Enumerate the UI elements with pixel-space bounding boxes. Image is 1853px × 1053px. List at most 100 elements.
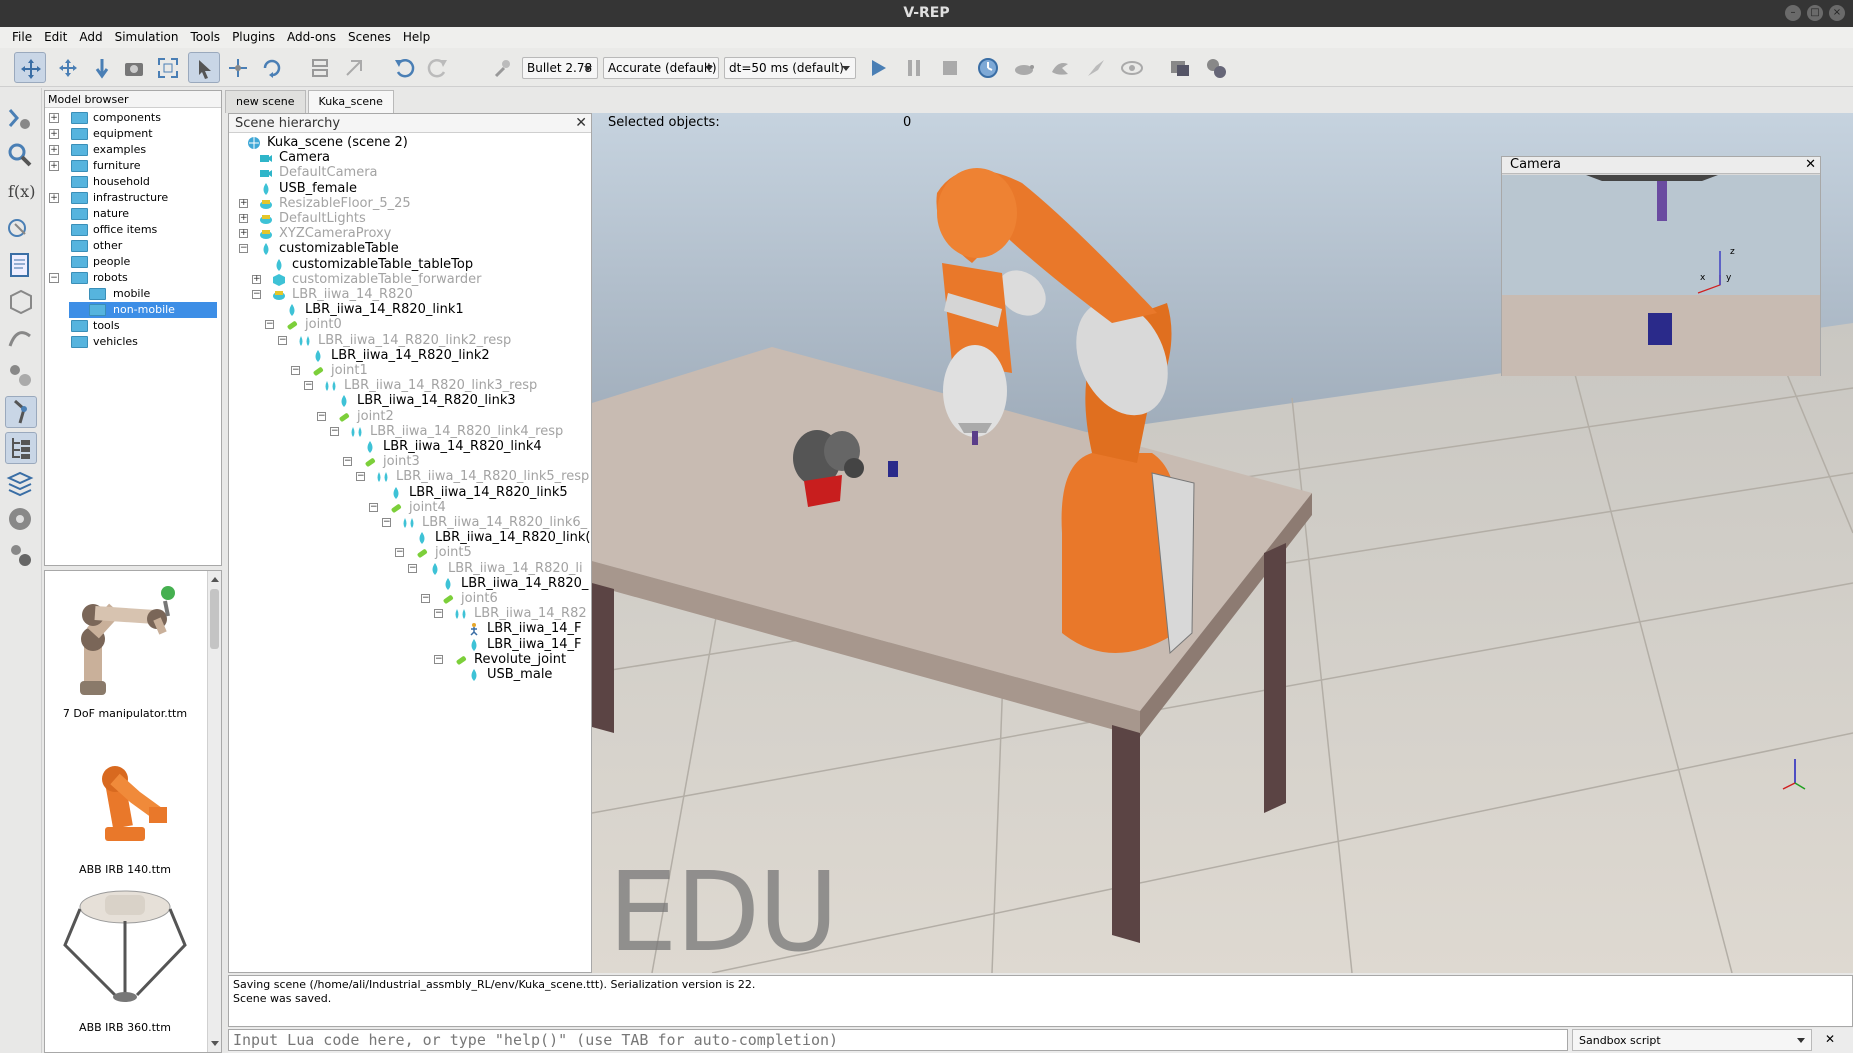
collapse-icon[interactable]: − bbox=[278, 335, 287, 345]
collapse-icon[interactable]: − bbox=[395, 548, 404, 558]
collapse-icon[interactable]: − bbox=[434, 609, 443, 619]
video-recorder-icon[interactable] bbox=[5, 504, 37, 536]
shapes-icon bbox=[376, 470, 390, 484]
expand-icon[interactable]: + bbox=[239, 229, 248, 239]
menu-simulation[interactable]: Simulation bbox=[109, 27, 185, 48]
model-folder-non-mobile[interactable]: non-mobile bbox=[69, 302, 217, 318]
minimize-button[interactable]: – bbox=[1785, 5, 1801, 21]
menu-addons[interactable]: Add-ons bbox=[281, 27, 342, 48]
collapse-icon[interactable]: − bbox=[369, 502, 378, 512]
model-thumb-abb-irb-360[interactable]: ABB IRB 360.ttm bbox=[45, 885, 205, 1045]
function-icon[interactable]: f(x) bbox=[5, 176, 37, 208]
close-icon[interactable]: ✕ bbox=[1822, 1032, 1838, 1048]
collision-icon[interactable] bbox=[5, 214, 37, 246]
menu-plugins[interactable]: Plugins bbox=[226, 27, 281, 48]
lua-input[interactable]: Input Lua code here, or type "help()" (u… bbox=[228, 1029, 1568, 1051]
camera-rotate-icon[interactable] bbox=[52, 52, 84, 83]
model-thumb-7dof[interactable]: 7 DoF manipulator.ttm bbox=[45, 571, 205, 721]
path-edit-icon[interactable] bbox=[5, 322, 37, 354]
scroll-thumb[interactable] bbox=[210, 589, 219, 649]
speed-up-icon[interactable] bbox=[1044, 52, 1076, 83]
folder-icon bbox=[71, 272, 88, 284]
slow-down-icon[interactable] bbox=[1008, 52, 1040, 83]
script-editor-icon[interactable] bbox=[5, 250, 37, 282]
collapse-icon[interactable]: − bbox=[239, 244, 248, 254]
play-icon[interactable] bbox=[862, 52, 894, 83]
scene-hierarchy-toggle-icon[interactable] bbox=[5, 432, 37, 464]
menu-tools[interactable]: Tools bbox=[185, 27, 227, 48]
settings-icon[interactable] bbox=[5, 540, 37, 572]
fit-to-view-icon[interactable] bbox=[152, 52, 184, 83]
object-rotate-icon[interactable] bbox=[256, 52, 288, 83]
camera-shift-icon[interactable] bbox=[86, 52, 118, 83]
collapse-icon[interactable]: − bbox=[408, 563, 417, 573]
search-icon[interactable] bbox=[5, 140, 37, 172]
accuracy-select[interactable]: Accurate (default) bbox=[603, 57, 719, 79]
camera-floating-view[interactable]: Camera ✕ z x y bbox=[1501, 156, 1821, 376]
folder-icon bbox=[71, 224, 88, 236]
collapse-icon[interactable]: − bbox=[343, 457, 352, 467]
dynamics-icon[interactable] bbox=[488, 52, 520, 83]
menu-add[interactable]: Add bbox=[73, 27, 108, 48]
collapse-icon[interactable]: − bbox=[421, 594, 430, 603]
redo-icon[interactable] bbox=[422, 52, 454, 83]
expand-icon[interactable]: + bbox=[252, 274, 261, 284]
collapse-icon[interactable]: − bbox=[265, 320, 274, 330]
thumbnails-scrollbar[interactable] bbox=[207, 571, 221, 1052]
menu-file[interactable]: File bbox=[6, 27, 38, 48]
realtime-clock-icon[interactable] bbox=[972, 52, 1004, 83]
collapse-icon[interactable]: − bbox=[330, 426, 339, 436]
menu-help[interactable]: Help bbox=[397, 27, 436, 48]
tab-new-scene[interactable]: new scene bbox=[225, 90, 306, 113]
shape-icon bbox=[337, 394, 351, 408]
script-select[interactable]: Sandbox script bbox=[1572, 1029, 1812, 1051]
collapse-icon[interactable]: − bbox=[304, 381, 313, 391]
collapse-icon[interactable]: − bbox=[356, 472, 365, 482]
timestep-select[interactable]: dt=50 ms (default) bbox=[724, 57, 856, 79]
maximize-button[interactable]: □ bbox=[1807, 5, 1823, 21]
calculation-modules-icon[interactable] bbox=[1200, 52, 1232, 83]
collapse-icon[interactable]: − bbox=[252, 290, 261, 299]
simulation-settings-icon[interactable] bbox=[5, 104, 37, 136]
dummy-icon bbox=[272, 273, 286, 287]
assemble-icon[interactable] bbox=[304, 52, 336, 83]
collapse-icon[interactable]: − bbox=[291, 366, 300, 375]
collapse-icon[interactable]: − bbox=[317, 411, 326, 421]
collapse-icon[interactable]: − bbox=[382, 518, 391, 527]
visualization-toggle-icon[interactable] bbox=[1116, 52, 1148, 83]
close-icon[interactable]: ✕ bbox=[1805, 157, 1816, 172]
selected-objects-label: Selected objects: bbox=[608, 115, 720, 130]
physics-engine-select[interactable]: Bullet 2.78 bbox=[522, 57, 598, 79]
scroll-up-icon[interactable] bbox=[211, 577, 219, 582]
tab-kuka-scene[interactable]: Kuka_scene bbox=[307, 90, 394, 113]
threaded-rendering-icon[interactable] bbox=[1080, 52, 1112, 83]
scroll-down-icon[interactable] bbox=[211, 1041, 219, 1046]
model-browser-toggle-icon[interactable] bbox=[5, 396, 37, 428]
chevron-down-icon bbox=[1797, 1038, 1805, 1043]
layers-icon[interactable] bbox=[5, 468, 37, 500]
menu-edit[interactable]: Edit bbox=[38, 27, 73, 48]
expand-icon[interactable]: + bbox=[239, 198, 248, 208]
hierarchy-item-label: LBR_iiwa_14_R82 bbox=[474, 606, 587, 622]
undo-icon[interactable] bbox=[388, 52, 420, 83]
collapse-icon[interactable]: − bbox=[434, 654, 443, 664]
pause-icon[interactable] bbox=[898, 52, 930, 83]
scene-object-properties-icon[interactable] bbox=[1164, 52, 1196, 83]
transfer-dna-icon[interactable] bbox=[338, 52, 370, 83]
window-title: V-REP bbox=[903, 5, 950, 21]
stop-icon[interactable] bbox=[934, 52, 966, 83]
camera-icon bbox=[259, 166, 273, 180]
camera-view-icon[interactable] bbox=[118, 52, 150, 83]
model-thumb-abb-irb-140[interactable]: ABB IRB 140.ttm bbox=[45, 727, 205, 877]
scene-hierarchy-header: Scene hierarchy ✕ bbox=[229, 114, 591, 133]
camera-pan-icon[interactable] bbox=[14, 52, 46, 83]
object-shift-icon[interactable] bbox=[222, 52, 254, 83]
expand-icon[interactable]: + bbox=[239, 214, 248, 223]
user-settings-icon[interactable] bbox=[5, 360, 37, 392]
shape-edit-icon[interactable] bbox=[5, 286, 37, 318]
shape-icon bbox=[467, 668, 481, 682]
close-icon[interactable]: ✕ bbox=[575, 115, 587, 131]
click-selection-icon[interactable] bbox=[188, 52, 220, 83]
menu-scenes[interactable]: Scenes bbox=[342, 27, 397, 48]
close-button[interactable]: × bbox=[1829, 5, 1845, 21]
